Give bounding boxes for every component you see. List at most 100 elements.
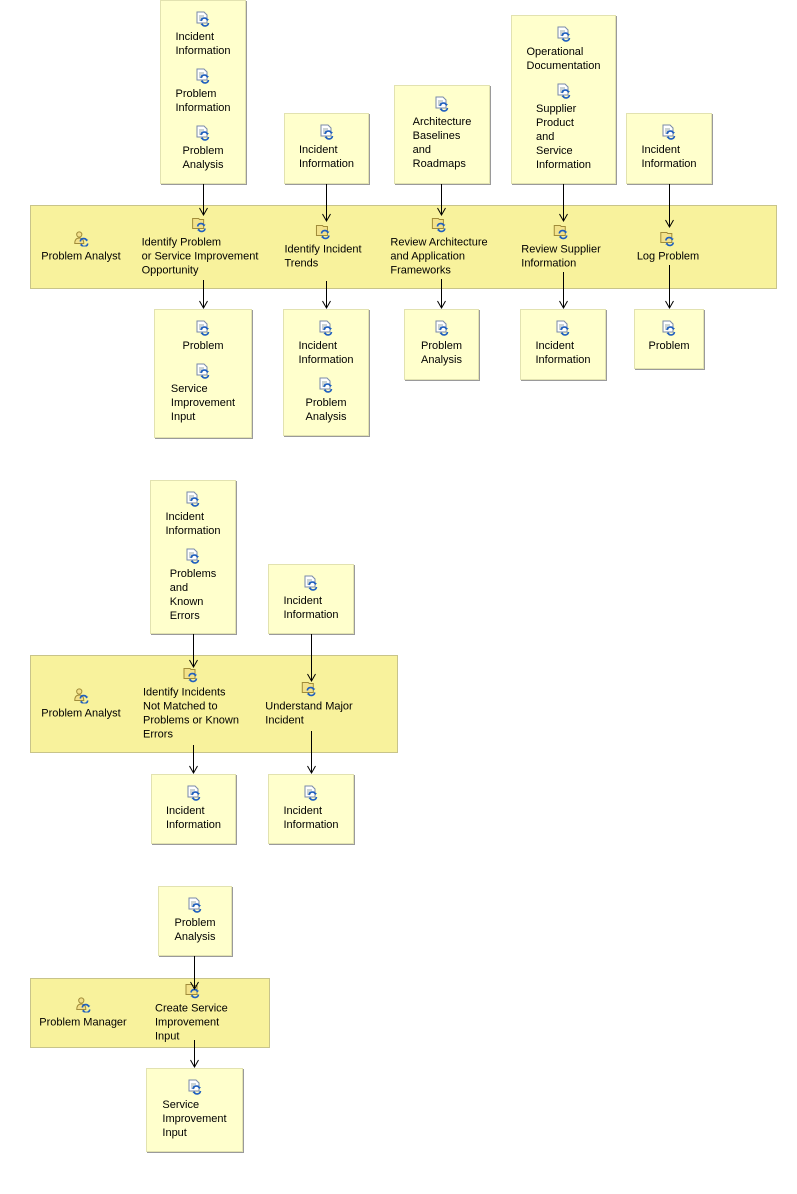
artifact-label: Problem Analysis: [182, 145, 224, 171]
artifact-label: Problem Analysis: [421, 340, 462, 366]
task-node[interactable]: Identify Incidents Not Matched to Proble…: [143, 667, 239, 742]
artifact[interactable]: Problem Analysis: [159, 897, 231, 944]
artifact-label: Incident Information: [283, 805, 339, 831]
role-node[interactable]: Problem Analyst: [41, 688, 121, 721]
input-artifacts-box: Incident Information: [284, 113, 369, 184]
artifact-label: Incident Information: [298, 144, 355, 170]
task-label: Identify Incident Trends: [284, 243, 362, 270]
artifact-label: Incident Information: [165, 511, 221, 537]
task-label: Create Service Improvement Input: [155, 1002, 228, 1043]
input-artifacts-box: Incident Information Problem Information…: [160, 0, 246, 184]
arrowhead: [559, 300, 568, 310]
artifact-icon: [434, 320, 450, 336]
artifact-icon: [186, 785, 202, 801]
arrowhead: [199, 300, 208, 310]
output-artifacts-box: Incident Information: [520, 309, 606, 380]
task-icon: [431, 217, 447, 233]
artifact-label: Incident Information: [165, 805, 222, 831]
output-artifacts-box: Incident Information Problem Analysis: [283, 309, 369, 436]
artifact-label: Operational Documentation: [526, 46, 601, 72]
artifact[interactable]: Incident Information: [521, 320, 605, 367]
task-icon: [192, 217, 208, 233]
task-label: Review Supplier Information: [521, 243, 601, 270]
artifact-icon: [195, 363, 211, 379]
artifact[interactable]: Problem: [635, 320, 703, 353]
artifact[interactable]: Service Improvement Input: [155, 363, 251, 424]
arrowhead: [665, 300, 674, 310]
artifact-label: Incident Information: [298, 340, 354, 366]
artifact[interactable]: Problem Analysis: [284, 377, 368, 424]
task-label: Understand Major Incident: [265, 700, 353, 727]
task-node[interactable]: Identify Incident Trends: [284, 224, 362, 271]
artifact-label: Service Improvement Input: [170, 383, 236, 423]
artifact-icon: [319, 124, 335, 140]
swimlane-problem-manager: Problem Manager Create Service Improveme…: [30, 978, 270, 1048]
artifact-label: Problem: [182, 340, 224, 352]
artifact-icon: [303, 785, 319, 801]
output-artifacts-box: Service Improvement Input: [146, 1068, 243, 1152]
artifact[interactable]: Problem: [155, 320, 251, 353]
role-label: Problem Analyst: [41, 250, 121, 263]
artifact[interactable]: Problem Analysis: [161, 125, 245, 172]
artifact-label: Incident Information: [283, 595, 339, 621]
task-node[interactable]: Review Supplier Information: [521, 224, 601, 271]
task-icon: [185, 983, 201, 999]
swimlane-problem-analyst-1: Problem Analyst Identify Problem or Serv…: [30, 205, 777, 289]
role-label: Problem Manager: [39, 1016, 127, 1029]
artifact[interactable]: Architecture Baselines and Roadmaps: [395, 96, 489, 171]
task-icon: [301, 681, 317, 697]
artifact[interactable]: Operational Documentation: [512, 26, 615, 73]
artifact[interactable]: Incident Information: [269, 785, 353, 832]
artifact-label: Problem Analysis: [305, 397, 347, 423]
artifact-icon: [434, 96, 450, 112]
arrowhead: [189, 765, 198, 775]
artifact[interactable]: Incident Information: [627, 124, 711, 171]
artifact-icon: [318, 320, 334, 336]
artifact-icon: [661, 320, 677, 336]
artifact-label: Problem Analysis: [174, 917, 216, 943]
artifact-label: Incident Information: [175, 31, 231, 57]
artifact[interactable]: Incident Information: [285, 124, 368, 171]
output-artifacts-box: Problem: [634, 309, 704, 369]
artifact-icon: [195, 68, 211, 84]
task-label: Log Problem: [636, 250, 700, 263]
artifact[interactable]: Incident Information: [161, 11, 245, 58]
task-node[interactable]: Log Problem: [637, 231, 699, 264]
artifact-icon: [303, 575, 319, 591]
artifact-label: Supplier Product and Service Information: [535, 103, 592, 171]
swimlane-problem-analyst-2: Problem Analyst Identify Incidents Not M…: [30, 655, 398, 753]
task-node[interactable]: Review Architecture and Application Fram…: [390, 217, 488, 278]
task-node[interactable]: Understand Major Incident: [265, 681, 353, 728]
artifact-icon: [187, 897, 203, 913]
artifact[interactable]: Incident Information: [284, 320, 368, 367]
artifact-icon: [195, 11, 211, 27]
role-label: Problem Analyst: [41, 707, 121, 720]
task-node[interactable]: Identify Problem or Service Improvement …: [142, 217, 258, 278]
artifact[interactable]: Service Improvement Input: [147, 1079, 242, 1140]
artifact[interactable]: Incident Information: [152, 785, 235, 832]
artifact-icon: [318, 377, 334, 393]
arrowhead: [322, 300, 331, 310]
artifact-icon: [195, 125, 211, 141]
artifact-icon: [185, 548, 201, 564]
input-artifacts-box: Incident Information: [268, 564, 354, 634]
artifact[interactable]: Problems and Known Errors: [151, 548, 235, 623]
role-node[interactable]: Problem Manager: [39, 997, 127, 1030]
input-artifacts-box: Operational Documentation Supplier Produ…: [511, 15, 616, 184]
artifact-label: Problem Information: [175, 88, 231, 114]
artifact[interactable]: Problem Analysis: [405, 320, 478, 367]
task-label: Identify Incidents Not Matched to Proble…: [143, 686, 239, 741]
artifact-icon: [187, 1079, 203, 1095]
artifact[interactable]: Incident Information: [151, 491, 235, 538]
artifact-icon: [556, 26, 572, 42]
artifact[interactable]: Supplier Product and Service Information: [512, 83, 615, 172]
artifact-icon: [555, 320, 571, 336]
arrowhead: [437, 300, 446, 310]
artifact[interactable]: Incident Information: [269, 575, 353, 622]
role-node[interactable]: Problem Analyst: [41, 231, 121, 264]
artifact[interactable]: Problem Information: [161, 68, 245, 115]
output-artifacts-box: Problem Service Improvement Input: [154, 309, 252, 438]
arrowhead: [307, 765, 316, 775]
process-diagram-canvas: Problem Analyst Identify Problem or Serv…: [0, 0, 797, 1194]
task-node[interactable]: Create Service Improvement Input: [155, 983, 231, 1044]
